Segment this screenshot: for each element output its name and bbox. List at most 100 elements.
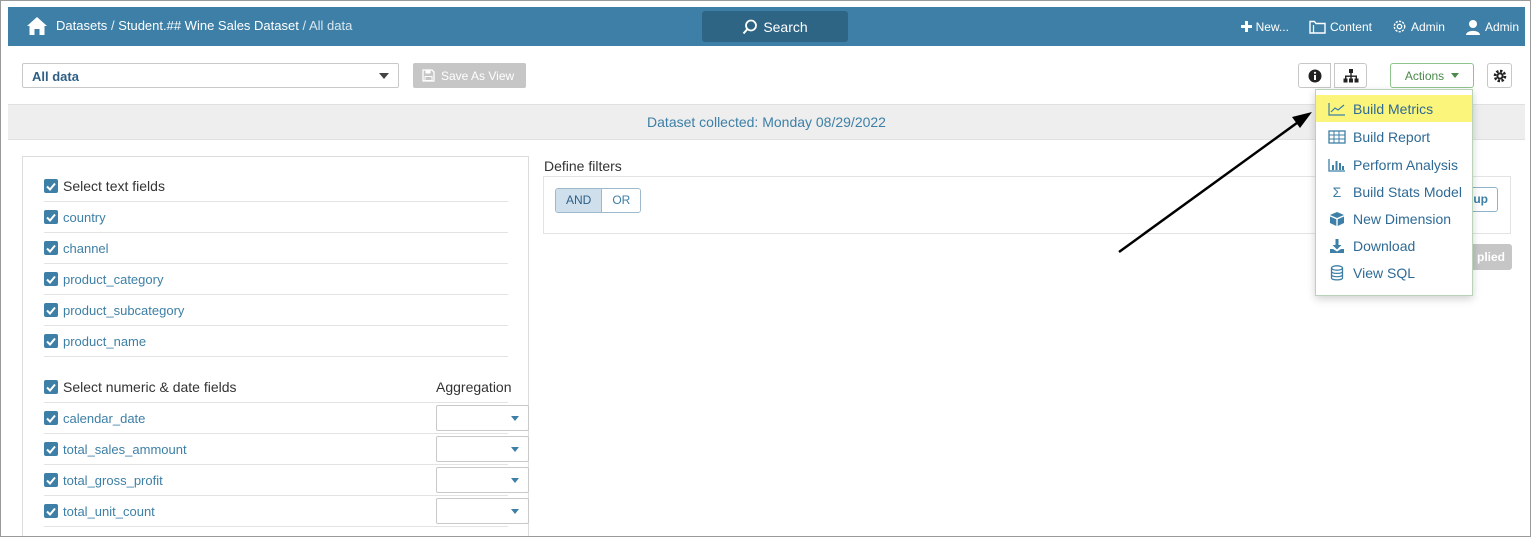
content-link[interactable]: Content — [1309, 20, 1372, 34]
caret-down-icon — [511, 509, 519, 514]
menu-item-label: View SQL — [1353, 264, 1415, 281]
info-icon — [1308, 69, 1321, 82]
menu-item-label: Download — [1353, 237, 1416, 254]
field-checkbox[interactable] — [44, 210, 58, 224]
aggregation-header: Aggregation — [436, 379, 512, 395]
select-all-text-checkbox[interactable] — [44, 179, 58, 193]
caret-down-icon — [511, 416, 519, 421]
breadcrumb: Datasets / Student.## Wine Sales Dataset… — [56, 18, 352, 33]
field-checkbox[interactable] — [44, 411, 58, 425]
caret-down-icon — [511, 478, 519, 483]
check-icon — [46, 445, 56, 454]
field-label: channel — [63, 240, 109, 256]
field-checkbox[interactable] — [44, 303, 58, 317]
view-select[interactable]: All data — [22, 63, 399, 88]
field-label: product_subcategory — [63, 302, 185, 318]
check-icon — [46, 182, 56, 191]
check-icon — [46, 383, 56, 392]
check-icon — [46, 306, 56, 315]
text-field-row[interactable]: product_subcategory — [44, 295, 508, 326]
check-icon — [46, 244, 56, 253]
select-all-numeric-checkbox[interactable] — [44, 380, 58, 394]
numeric-fields-header-label: Select numeric & date fields — [63, 379, 237, 395]
sigma-icon: Σ — [1332, 183, 1342, 200]
new-menu-label: New... — [1255, 19, 1289, 34]
field-label: product_name — [63, 333, 147, 349]
admin-settings-label: Admin — [1410, 19, 1445, 34]
aggregation-select[interactable] — [436, 436, 529, 462]
breadcrumb-dataset-link[interactable]: Student.## Wine Sales Dataset — [118, 18, 299, 33]
lineage-button[interactable] — [1334, 63, 1367, 88]
text-field-row[interactable]: product_category — [44, 264, 508, 295]
check-icon — [46, 337, 56, 346]
floppy-disk-icon — [422, 69, 435, 82]
save-as-view-button[interactable]: Save As View — [413, 63, 526, 88]
user-icon — [1465, 19, 1480, 35]
menu-item-new-dimension[interactable]: New Dimension — [1316, 205, 1472, 232]
field-checkbox[interactable] — [44, 473, 58, 487]
info-button[interactable] — [1298, 63, 1331, 88]
check-icon — [46, 476, 56, 485]
numeric-field-row[interactable]: total_gross_profit — [44, 465, 529, 496]
field-checkbox[interactable] — [44, 442, 58, 456]
caret-down-icon — [511, 447, 519, 452]
menu-item-label: New Dimension — [1353, 210, 1452, 227]
text-field-row[interactable]: channel — [44, 233, 508, 264]
check-icon — [46, 507, 56, 516]
field-checkbox[interactable] — [44, 504, 58, 518]
aggregation-select[interactable] — [436, 405, 529, 431]
menu-item-label: Build Metrics — [1353, 100, 1434, 117]
define-filters-title: Define filters — [544, 158, 622, 174]
check-icon — [46, 414, 56, 423]
or-button[interactable]: OR — [602, 189, 641, 212]
fields-panel: Select text fields country channel produ… — [22, 156, 529, 536]
menu-item-perform-analysis[interactable]: Perform Analysis — [1316, 151, 1472, 178]
search-button[interactable]: Search — [702, 11, 848, 42]
and-button[interactable]: AND — [556, 189, 603, 212]
and-or-toggle: AND OR — [555, 188, 642, 213]
download-icon — [1328, 238, 1346, 254]
field-checkbox[interactable] — [44, 241, 58, 255]
user-menu[interactable]: Admin — [1465, 19, 1519, 35]
view-select-value: All data — [32, 69, 79, 84]
field-label: calendar_date — [63, 410, 146, 426]
field-label: total_sales_ammount — [63, 441, 187, 457]
numeric-field-row[interactable]: total_unit_count — [44, 496, 529, 527]
field-checkbox[interactable] — [44, 272, 58, 286]
cog-icon — [1393, 20, 1406, 33]
menu-item-build-stats-model[interactable]: Σ Build Stats Model — [1316, 178, 1472, 205]
field-label: product_category — [63, 271, 164, 287]
top-nav-bar: Datasets / Student.## Wine Sales Dataset… — [8, 7, 1525, 46]
numeric-field-row[interactable]: total_sales_ammount — [44, 434, 529, 465]
breadcrumb-datasets-link[interactable]: Datasets — [56, 18, 107, 33]
numeric-field-row[interactable]: calendar_date — [44, 403, 529, 434]
breadcrumb-current: / All data — [302, 18, 353, 33]
breadcrumb-separator: / — [110, 18, 115, 33]
search-icon — [743, 19, 758, 34]
aggregation-select[interactable] — [436, 467, 529, 493]
add-group-label: up — [1473, 192, 1488, 206]
menu-item-label: Perform Analysis — [1353, 156, 1459, 173]
user-label: Admin — [1484, 19, 1519, 34]
field-label: total_unit_count — [63, 503, 155, 519]
menu-item-build-metrics[interactable]: Build Metrics — [1316, 95, 1472, 122]
save-as-view-label: Save As View — [441, 68, 515, 83]
text-field-row[interactable]: country — [44, 202, 508, 233]
applied-label: plied — [1476, 250, 1505, 264]
numeric-fields-header: Select numeric & date fields Aggregation — [44, 372, 512, 403]
menu-item-view-sql[interactable]: View SQL — [1316, 259, 1472, 286]
home-icon[interactable] — [26, 16, 48, 36]
field-checkbox[interactable] — [44, 334, 58, 348]
settings-button[interactable] — [1487, 63, 1512, 88]
search-label: Search — [763, 18, 808, 35]
menu-item-build-report[interactable]: Build Report — [1316, 123, 1472, 150]
bar-chart-icon — [1328, 157, 1346, 173]
menu-item-download[interactable]: Download — [1316, 232, 1472, 259]
admin-settings-link[interactable]: Admin — [1392, 19, 1445, 34]
text-field-row[interactable]: product_name — [44, 326, 508, 357]
new-menu[interactable]: New... — [1240, 19, 1289, 34]
line-chart-icon — [1328, 101, 1346, 117]
content-label: Content — [1329, 19, 1372, 34]
aggregation-select[interactable] — [436, 498, 529, 524]
actions-button[interactable]: Actions — [1390, 63, 1474, 88]
